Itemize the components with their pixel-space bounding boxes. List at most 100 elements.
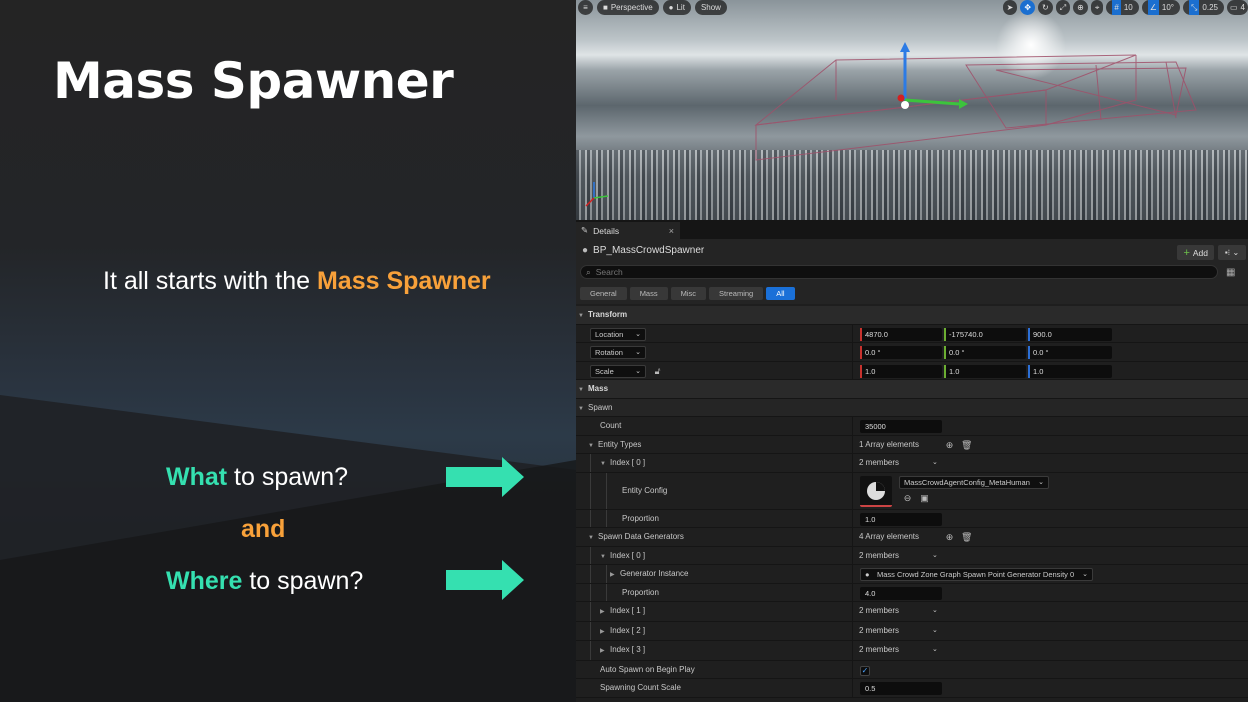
chevron-right-icon[interactable]: ▶ bbox=[600, 642, 610, 660]
category-transform[interactable]: ▼ Transform bbox=[576, 306, 1248, 325]
translate-mode-button[interactable]: ✥ bbox=[1020, 0, 1036, 15]
property-generator-instance: ▶ Generator Instance ● Mass Crowd Zone Gr… bbox=[576, 565, 1248, 584]
rotation-y-value: 0.0 ° bbox=[949, 348, 965, 357]
chevron-down-icon[interactable]: ▼ bbox=[600, 455, 610, 473]
chevron-down-icon: ▼ bbox=[578, 387, 584, 393]
actor-icon: ● bbox=[582, 244, 589, 256]
property-entity-index-0: ▼ Index [ 0 ] 2 members ⌄ bbox=[576, 454, 1248, 473]
generator-instance-dropdown[interactable]: ● Mass Crowd Zone Graph Spawn Point Gene… bbox=[860, 568, 1093, 581]
intro-prefix: It all starts with the bbox=[103, 267, 317, 295]
move-icon: ✥ bbox=[1024, 3, 1032, 12]
auto-spawn-checkbox[interactable]: ✓ bbox=[860, 665, 870, 676]
rotation-x-field[interactable]: 0.0 ° bbox=[860, 346, 942, 359]
scale-mode-button[interactable]: ⤢ bbox=[1055, 0, 1071, 15]
location-label: Location bbox=[595, 329, 624, 339]
location-z-field[interactable]: 900.0 bbox=[1028, 327, 1112, 341]
category-mass[interactable]: ▼ Mass bbox=[576, 380, 1248, 399]
filter-mass[interactable]: Mass bbox=[629, 287, 668, 300]
world-local-button[interactable]: ⊕ bbox=[1073, 0, 1088, 15]
pencil-icon: ✎ bbox=[581, 225, 589, 235]
rotation-dropdown[interactable]: Rotation ⌄ bbox=[590, 346, 646, 359]
layout-options-button[interactable]: ▪⁝ ⌄ bbox=[1218, 245, 1246, 260]
surface-snap-button[interactable]: ⌖ bbox=[1090, 0, 1104, 15]
table-view-icon[interactable]: ▦ bbox=[1226, 267, 1235, 278]
spawn-volume-wireframe bbox=[585, 42, 1197, 207]
and-highlight: and bbox=[241, 515, 286, 543]
filter-streaming[interactable]: Streaming bbox=[709, 287, 764, 300]
scale-x-field[interactable]: 1.0 bbox=[860, 364, 942, 378]
asset-thumbnail[interactable] bbox=[860, 475, 892, 507]
scale-z-field[interactable]: 1.0 bbox=[1028, 364, 1112, 378]
trash-icon[interactable]: 🗑︎ bbox=[961, 440, 972, 451]
select-mode-button[interactable]: ➤ bbox=[1002, 0, 1018, 15]
filter-general[interactable]: General bbox=[580, 287, 627, 300]
location-y-field[interactable]: -175740.0 bbox=[944, 327, 1026, 341]
location-x-field[interactable]: 4870.0 bbox=[860, 327, 942, 341]
chevron-right-icon[interactable]: ▶ bbox=[610, 566, 620, 584]
chevron-down-icon[interactable]: ⌄ bbox=[932, 622, 938, 640]
chevron-down-icon[interactable]: ⌄ bbox=[932, 547, 938, 565]
chevron-down-icon[interactable]: ⌄ bbox=[932, 454, 938, 472]
scale-y-field[interactable]: 1.0 bbox=[944, 364, 1026, 378]
trash-icon[interactable]: 🗑︎ bbox=[961, 532, 972, 543]
folder-icon[interactable]: ▣ bbox=[919, 493, 930, 504]
add-element-icon[interactable]: ⊕ bbox=[944, 532, 955, 543]
chevron-down-icon[interactable]: ⌄ bbox=[932, 602, 938, 620]
show-button[interactable]: Show bbox=[694, 0, 727, 15]
rotate-mode-button[interactable]: ↻ bbox=[1038, 0, 1053, 15]
rotation-z-field[interactable]: 0.0 ° bbox=[1028, 346, 1112, 359]
viewport-menu-button[interactable]: ≡ bbox=[578, 0, 593, 15]
grid-snap-button[interactable]: # 10 bbox=[1106, 0, 1139, 15]
camera-speed-button[interactable]: ▭ 4 bbox=[1226, 0, 1248, 15]
viewport-toolbar-left: ≡ ■ Perspective ● Lit Show bbox=[578, 0, 727, 15]
tab-details[interactable]: ✎ Details × bbox=[576, 222, 680, 239]
lit-button[interactable]: ● Lit bbox=[662, 0, 691, 15]
generator-instance-label: Generator Instance bbox=[620, 569, 689, 578]
gen-proportion-field[interactable]: 4.0 bbox=[860, 586, 942, 600]
spawn-scale-value: 0.5 bbox=[865, 684, 876, 693]
chevron-down-icon[interactable]: ▼ bbox=[588, 437, 598, 455]
scale-dropdown[interactable]: Scale ⌄ bbox=[590, 364, 646, 378]
entity-config-dropdown[interactable]: MassCrowdAgentConfig_MetaHuman ⌄ bbox=[899, 475, 1049, 489]
perspective-label: Perspective bbox=[610, 3, 653, 12]
rotation-x-value: 0.0 ° bbox=[865, 348, 881, 357]
column-splitter[interactable] bbox=[852, 324, 853, 342]
add-element-icon[interactable]: ⊕ bbox=[944, 440, 955, 451]
scale-snap-button[interactable]: ⤡ 0.25 bbox=[1183, 0, 1224, 15]
rotation-label: Rotation bbox=[595, 348, 623, 357]
entity-config-value: MassCrowdAgentConfig_MetaHuman bbox=[904, 477, 1030, 487]
location-dropdown[interactable]: Location ⌄ bbox=[590, 327, 646, 341]
search-box[interactable]: ⌕ bbox=[580, 265, 1218, 279]
hamburger-icon: ≡ bbox=[583, 3, 588, 12]
actor-name: BP_MassCrowdSpawner bbox=[593, 244, 705, 256]
close-icon[interactable]: × bbox=[669, 226, 674, 236]
search-input[interactable] bbox=[595, 267, 1176, 277]
add-component-button[interactable]: + Add bbox=[1177, 245, 1214, 260]
chevron-down-icon[interactable]: ▼ bbox=[588, 529, 598, 547]
chevron-right-icon[interactable]: ▶ bbox=[600, 603, 610, 621]
rotation-y-field[interactable]: 0.0 ° bbox=[944, 346, 1026, 359]
rotation-snap-button[interactable]: ∠ 10° bbox=[1141, 0, 1180, 15]
perspective-button[interactable]: ■ Perspective bbox=[597, 0, 659, 15]
level-viewport[interactable]: ≡ ■ Perspective ● Lit Show ➤ ✥ ↻ ⤢ ⊕ ⌖ #… bbox=[576, 0, 1248, 220]
gen-index0-label: Index [ 0 ] bbox=[610, 550, 646, 560]
chevron-down-icon[interactable]: ⌄ bbox=[932, 641, 938, 659]
chevron-down-icon: ▼ bbox=[578, 405, 584, 412]
property-location: Location ⌄ 4870.0 -175740.0 900.0 bbox=[576, 324, 1248, 343]
lock-icon[interactable]: 🔓︎ bbox=[652, 366, 663, 377]
angle-icon: ∠ bbox=[1147, 0, 1159, 15]
column-splitter[interactable] bbox=[852, 361, 853, 379]
browse-asset-icon[interactable]: ⊖ bbox=[902, 493, 913, 504]
chevron-down-icon[interactable]: ▼ bbox=[600, 548, 610, 566]
spawn-scale-field[interactable]: 0.5 bbox=[860, 682, 942, 695]
scale-z-value: 1.0 bbox=[1033, 366, 1044, 376]
chevron-down-icon: ⌄ bbox=[635, 349, 641, 356]
category-spawn[interactable]: ▼ Spawn bbox=[576, 398, 1248, 417]
filter-all[interactable]: All bbox=[766, 287, 795, 300]
filter-misc[interactable]: Misc bbox=[670, 287, 707, 300]
property-entity-config: Entity Config MassCrowdAgentConfig_MetaH… bbox=[576, 472, 1248, 510]
count-field[interactable]: 35000 bbox=[860, 420, 942, 433]
proportion-field[interactable]: 1.0 bbox=[860, 512, 942, 526]
column-splitter[interactable] bbox=[852, 343, 853, 361]
chevron-right-icon[interactable]: ▶ bbox=[600, 623, 610, 641]
